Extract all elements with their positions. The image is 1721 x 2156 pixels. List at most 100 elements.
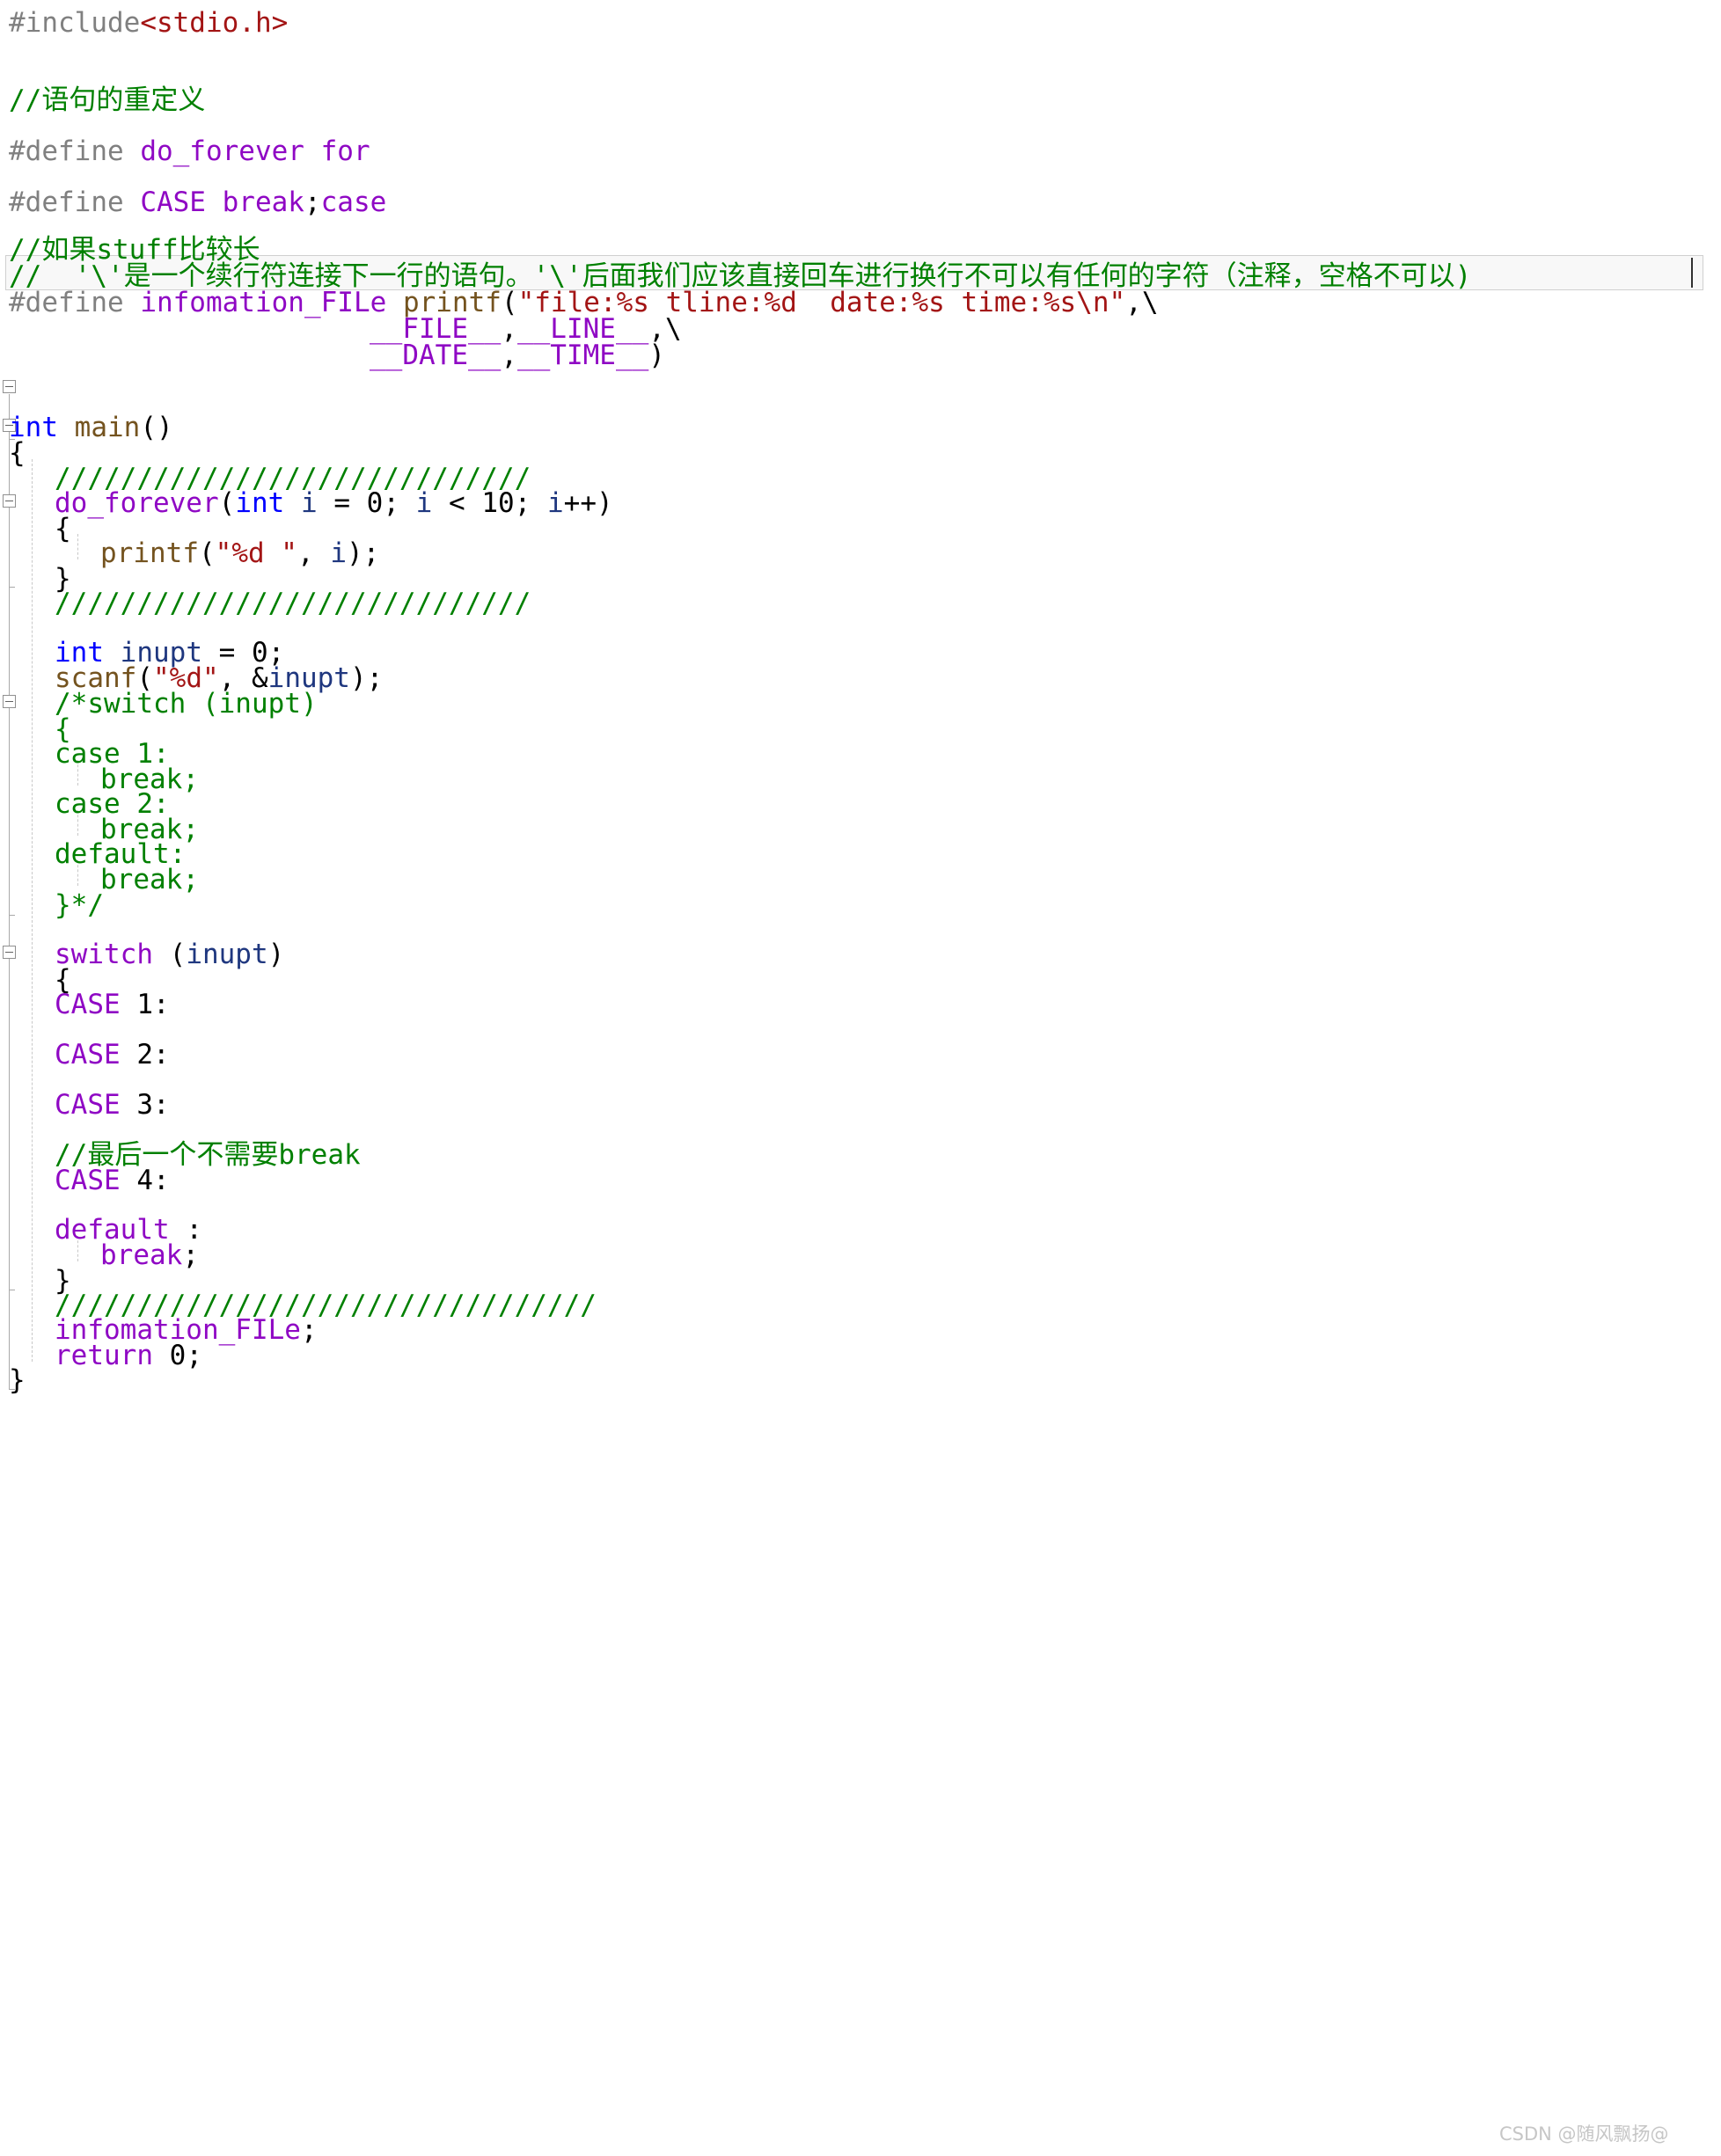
code-token: <stdio.h> — [140, 7, 289, 39]
fold-collapse-icon[interactable] — [3, 380, 16, 393]
code-token: \ — [664, 313, 682, 345]
code-token: ) — [648, 340, 665, 371]
code-token: ( — [152, 939, 187, 970]
code-line[interactable]: int main() — [9, 408, 173, 447]
code-token: break — [100, 1239, 183, 1271]
code-token: < — [432, 487, 482, 519]
code-line[interactable]: }*/ — [55, 886, 104, 925]
code-token: CASE — [55, 989, 121, 1020]
code-token: ; — [300, 1314, 318, 1346]
code-token: do_forever — [55, 487, 219, 519]
code-token: __DATE__ — [370, 340, 502, 371]
code-token: CASE break — [140, 186, 304, 218]
code-token: #define — [9, 287, 141, 318]
code-token: , — [1125, 287, 1142, 318]
code-token: = — [317, 487, 367, 519]
code-token: , — [501, 340, 517, 371]
code-token: \ — [1141, 287, 1159, 318]
code-token: i — [330, 537, 347, 569]
code-token: infomation_FILe — [140, 287, 403, 318]
indent-guide — [77, 534, 78, 559]
code-line[interactable]: do_forever(int i = 0; i < 10; i++) — [55, 484, 613, 523]
code-token: ///////////////////////////// — [55, 588, 531, 619]
code-token: ); — [349, 662, 384, 694]
code-token: return — [55, 1340, 153, 1371]
fold-region-rail — [9, 709, 15, 916]
code-token: ; — [182, 1239, 199, 1271]
fold-collapse-icon[interactable] — [3, 494, 16, 508]
code-token: ( — [218, 487, 236, 519]
fold-collapse-icon[interactable] — [3, 946, 16, 959]
code-line[interactable]: #include<stdio.h> — [9, 4, 288, 42]
code-line[interactable]: #define do_forever for — [9, 132, 370, 171]
fold-region-rail — [9, 508, 15, 588]
code-token: { — [55, 513, 71, 544]
code-token: ); — [346, 537, 380, 569]
code-token: , — [297, 537, 331, 569]
code-token: ( — [198, 537, 216, 569]
code-token: ; — [383, 487, 416, 519]
code-token: break; — [100, 864, 199, 895]
code-token: i — [300, 487, 318, 519]
code-line[interactable]: __DATE__,__TIME__) — [370, 336, 665, 375]
code-token: printf — [100, 537, 199, 569]
code-token: #define — [9, 135, 141, 167]
csdn-watermark: CSDN @随风飘扬@ — [1499, 2123, 1669, 2145]
code-token: case — [320, 186, 387, 218]
code-token: inupt — [186, 939, 268, 970]
code-token: { — [9, 437, 26, 469]
code-token: 10 — [481, 487, 515, 519]
code-token: 0 — [366, 487, 384, 519]
code-token: #define — [9, 186, 141, 218]
code-token: do_forever for — [140, 135, 370, 167]
fold-region-rail — [9, 960, 15, 1290]
code-token: /*switch (inupt) — [55, 688, 318, 720]
code-token: ; — [186, 1340, 202, 1371]
code-token: ) — [267, 939, 285, 970]
code-token: ; — [304, 186, 321, 218]
code-token: "%d " — [215, 537, 297, 569]
code-line[interactable]: CASE 4: — [55, 1161, 170, 1200]
code-token: CASE — [55, 1089, 121, 1121]
code-line[interactable]: } — [9, 1361, 26, 1400]
code-token: 3: — [120, 1089, 170, 1121]
code-line[interactable]: printf("%d ", i); — [100, 534, 379, 573]
code-line[interactable]: /*switch (inupt) — [55, 684, 318, 723]
code-line[interactable]: CASE 2: — [55, 1035, 170, 1074]
code-line[interactable]: //语句的重定义 — [9, 81, 205, 120]
code-token: //语句的重定义 — [9, 84, 206, 116]
code-token: 2: — [120, 1039, 170, 1071]
code-editor[interactable]: #include<stdio.h> //语句的重定义 #define do_fore… — [0, 0, 1721, 2156]
code-line[interactable]: switch (inupt) — [55, 935, 284, 974]
code-token: i — [415, 487, 433, 519]
code-token: CASE — [55, 1039, 121, 1071]
code-line[interactable]: { — [55, 509, 71, 548]
code-token: () — [140, 412, 173, 443]
code-line[interactable]: #define CASE break;case — [9, 183, 386, 222]
code-token: int — [235, 487, 285, 519]
code-token: ++) — [563, 487, 613, 519]
code-line[interactable]: return 0; — [55, 1336, 202, 1375]
code-line[interactable]: CASE 1: — [55, 985, 170, 1024]
code-token: __TIME__ — [516, 340, 649, 371]
code-token: }*/ — [55, 889, 104, 921]
code-token: #include — [9, 7, 141, 39]
code-line[interactable]: break; — [100, 860, 199, 899]
code-token: 1: — [120, 989, 170, 1020]
code-token: i — [546, 487, 564, 519]
code-line[interactable]: { — [9, 434, 26, 472]
code-line[interactable]: CASE 3: — [55, 1085, 170, 1124]
code-token: } — [9, 1364, 26, 1396]
indent-guide — [32, 459, 33, 1362]
fold-collapse-icon[interactable] — [3, 695, 16, 708]
code-token: 0 — [169, 1340, 187, 1371]
text-caret — [1691, 258, 1693, 288]
code-line[interactable]: break; — [100, 1236, 199, 1275]
code-line[interactable]: ///////////////////////////// — [55, 584, 531, 623]
code-token: ; — [514, 487, 547, 519]
code-token: main — [74, 412, 141, 443]
code-token: 4: — [120, 1165, 170, 1196]
